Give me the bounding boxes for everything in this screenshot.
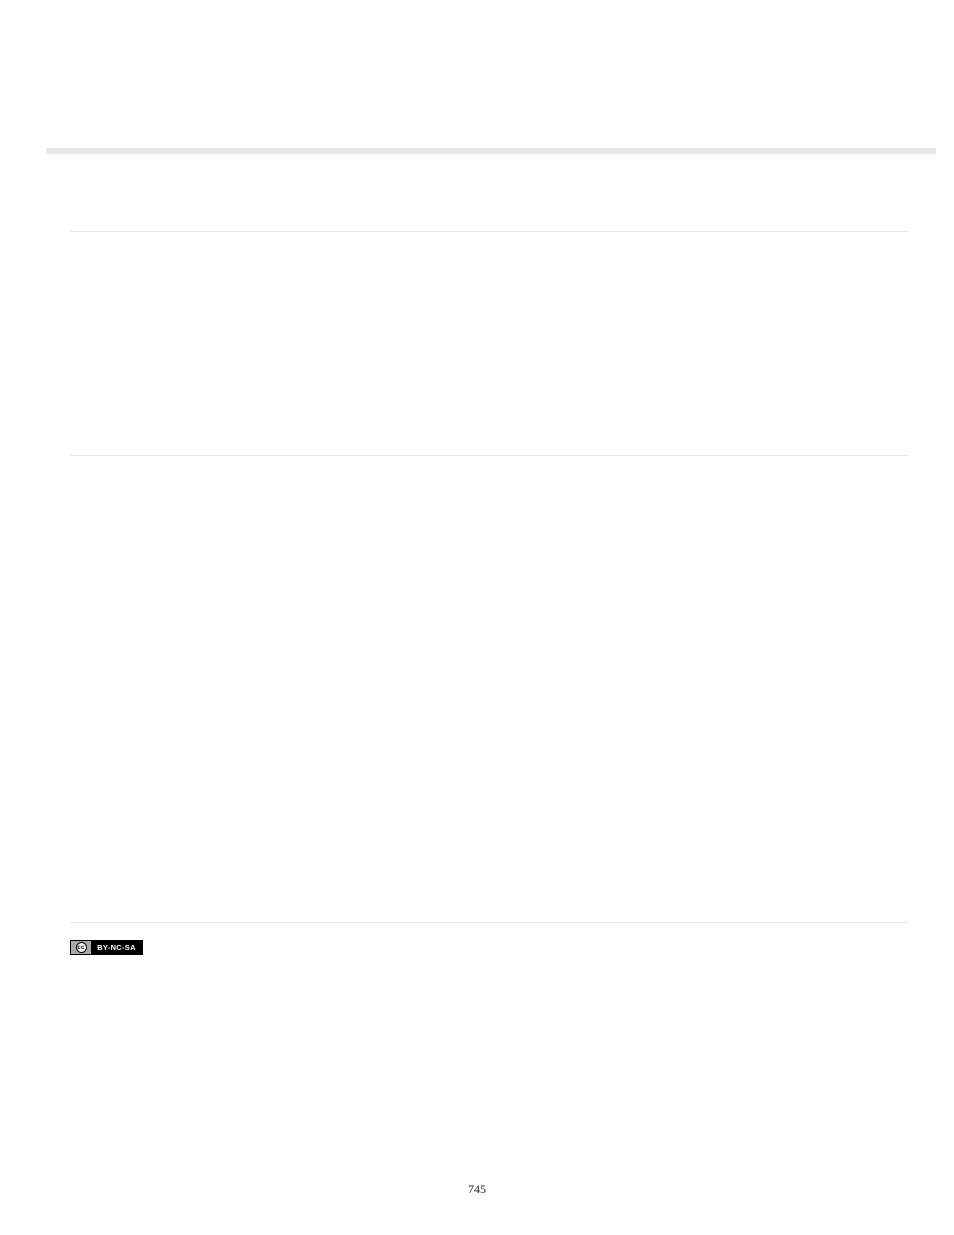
cc-license-terms: BY-NC-SA [91,941,142,954]
cc-logo-icon: cc [71,941,91,954]
page-number: 745 [0,1182,954,1197]
horizontal-rule [70,231,908,232]
horizontal-rule [70,922,908,923]
page: cc BY-NC-SA 745 [0,0,954,1235]
cc-license-badge: cc BY-NC-SA [70,940,143,955]
header-rule-thick [46,148,936,154]
cc-mark: cc [76,942,87,953]
horizontal-rule [70,455,908,456]
